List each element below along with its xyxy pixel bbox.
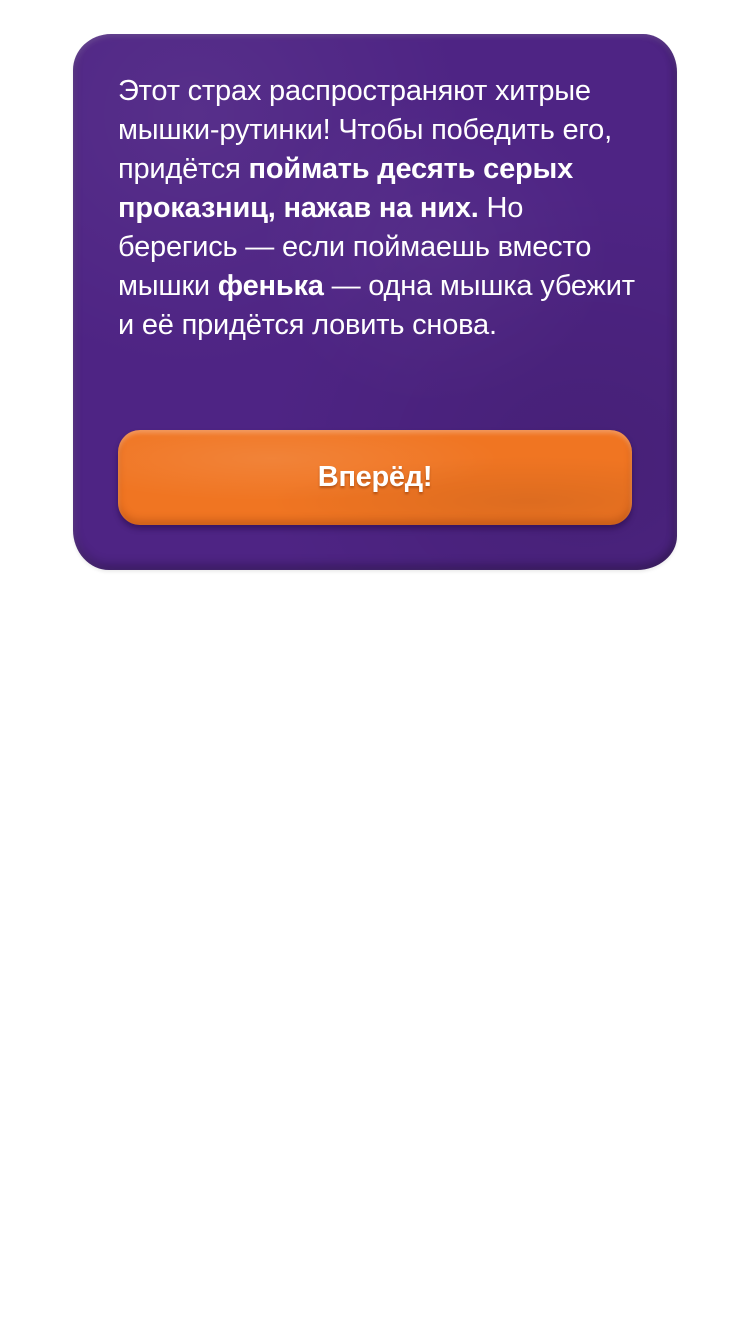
instruction-text-bold-fenek: фенька (217, 270, 324, 302)
forward-button-label: Вперёд! (317, 461, 433, 493)
instruction-text: Этот страх распространяют хитрые мышки-р… (118, 72, 646, 345)
forward-button[interactable]: Вперёд! (118, 430, 632, 525)
info-card: Этот страх распространяют хитрые мышки-р… (73, 34, 677, 570)
